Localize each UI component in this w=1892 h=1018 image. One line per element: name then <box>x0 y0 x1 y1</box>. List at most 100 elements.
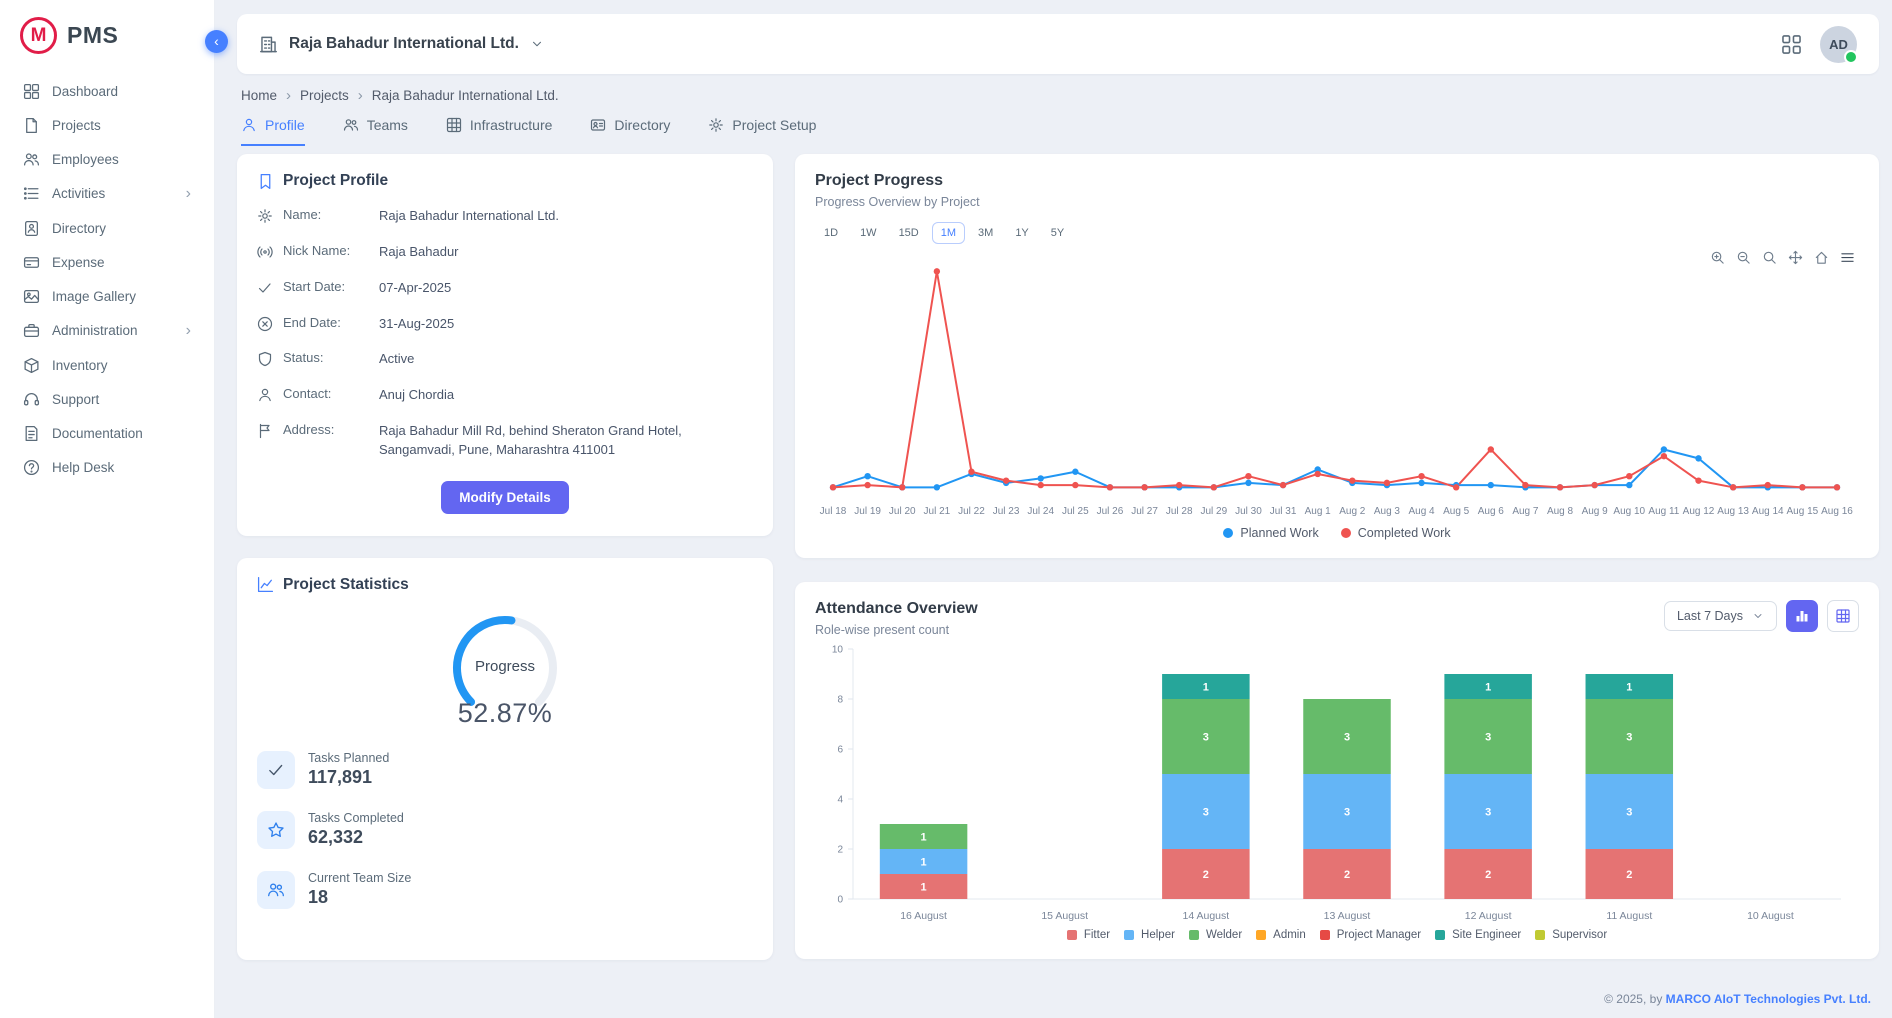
svg-text:3: 3 <box>1626 732 1632 744</box>
range-button-15d[interactable]: 15D <box>890 222 928 244</box>
range-button-1w[interactable]: 1W <box>851 222 886 244</box>
sidebar-item-label: Activities <box>52 186 105 201</box>
pan-icon[interactable] <box>1788 250 1803 265</box>
reset-zoom-home-icon[interactable] <box>1814 250 1829 265</box>
legend-swatch <box>1256 930 1266 940</box>
inventory-icon <box>23 357 40 374</box>
chevron-down-icon <box>530 37 544 51</box>
legend-swatch <box>1535 930 1545 940</box>
svg-text:3: 3 <box>1626 807 1632 819</box>
help-desk-icon <box>23 459 40 476</box>
legend-swatch <box>1320 930 1330 940</box>
svg-text:3: 3 <box>1344 807 1350 819</box>
attendance-range-select[interactable]: Last 7 Days <box>1664 601 1777 631</box>
tab-label: Directory <box>614 117 670 133</box>
legend-item-supervisor[interactable]: Supervisor <box>1535 929 1607 941</box>
legend-item-site-engineer[interactable]: Site Engineer <box>1435 929 1521 941</box>
range-button-3m[interactable]: 3M <box>969 222 1002 244</box>
svg-text:Jul 21: Jul 21 <box>924 506 951 517</box>
svg-text:11 August: 11 August <box>1606 910 1652 922</box>
chevron-right-icon: › <box>186 185 191 203</box>
range-button-1m[interactable]: 1M <box>932 222 965 244</box>
profile-field-status: Status: Active <box>257 350 753 369</box>
sidebar-item-administration[interactable]: Administration › <box>0 313 214 348</box>
sidebar-item-dashboard[interactable]: Dashboard › <box>0 74 214 108</box>
sidebar-item-expense[interactable]: Expense › <box>0 245 214 279</box>
legend-item-project-manager[interactable]: Project Manager <box>1320 929 1421 941</box>
footer-company-link[interactable]: MARCO AIoT Technologies Pvt. Ltd. <box>1666 992 1871 1006</box>
legend-item-planned-work[interactable]: Planned Work <box>1223 526 1318 540</box>
stat-current-team-size: Current Team Size 18 <box>257 871 753 909</box>
selection-zoom-icon[interactable] <box>1762 250 1777 265</box>
attendance-overview-card: Attendance Overview Role-wise present co… <box>795 582 1879 959</box>
legend-item-welder[interactable]: Welder <box>1189 929 1242 941</box>
svg-text:Jul 26: Jul 26 <box>1097 506 1124 517</box>
svg-text:Aug 12: Aug 12 <box>1683 506 1715 517</box>
sidebar-item-label: Employees <box>52 152 119 167</box>
range-button-1y[interactable]: 1Y <box>1006 222 1037 244</box>
tab-label: Profile <box>265 117 305 133</box>
svg-text:2: 2 <box>1485 869 1491 881</box>
legend-item-helper[interactable]: Helper <box>1124 929 1175 941</box>
sidebar-item-documentation[interactable]: Documentation › <box>0 416 214 450</box>
logo-mark-icon: M <box>20 17 57 54</box>
legend-item-fitter[interactable]: Fitter <box>1067 929 1110 941</box>
svg-text:Aug 10: Aug 10 <box>1613 506 1645 517</box>
expense-icon <box>23 254 40 271</box>
svg-text:Aug 9: Aug 9 <box>1582 506 1609 517</box>
sidebar-item-image-gallery[interactable]: Image Gallery › <box>0 279 214 313</box>
range-button-1d[interactable]: 1D <box>815 222 847 244</box>
svg-text:1: 1 <box>1485 682 1491 694</box>
progress-card-title: Project Progress <box>815 172 1859 190</box>
stats-card-title: Project Statistics <box>283 576 409 594</box>
legend-swatch <box>1223 528 1233 538</box>
sidebar-item-label: Dashboard <box>52 84 118 99</box>
svg-text:Jul 30: Jul 30 <box>1235 506 1262 517</box>
sidebar-item-directory[interactable]: Directory › <box>0 211 214 245</box>
apps-grid-button[interactable] <box>1781 34 1802 55</box>
sidebar-item-support[interactable]: Support › <box>0 382 214 416</box>
sidebar-item-inventory[interactable]: Inventory › <box>0 348 214 382</box>
tab-infrastructure[interactable]: Infrastructure <box>446 117 552 146</box>
tab-directory[interactable]: Directory <box>590 117 670 146</box>
range-button-5y[interactable]: 5Y <box>1042 222 1073 244</box>
chart-menu-icon[interactable] <box>1840 250 1855 265</box>
modify-details-button[interactable]: Modify Details <box>441 481 569 514</box>
table-view-toggle-button[interactable] <box>1827 600 1859 632</box>
tab-teams[interactable]: Teams <box>343 117 408 146</box>
breadcrumb-home[interactable]: Home <box>241 88 277 103</box>
legend-item-completed-work[interactable]: Completed Work <box>1341 526 1451 540</box>
sidebar-item-activities[interactable]: Activities › <box>0 176 214 211</box>
zoom-out-icon[interactable] <box>1736 250 1751 265</box>
svg-text:1: 1 <box>921 832 927 844</box>
legend-item-admin[interactable]: Admin <box>1256 929 1306 941</box>
profile-card-title: Project Profile <box>283 172 388 190</box>
svg-text:Jul 23: Jul 23 <box>993 506 1020 517</box>
activities-icon <box>23 185 40 202</box>
chart-icon <box>257 576 274 593</box>
svg-text:Jul 25: Jul 25 <box>1062 506 1089 517</box>
sidebar-item-projects[interactable]: Projects › <box>0 108 214 142</box>
breadcrumb-current: Raja Bahadur International Ltd. <box>372 88 559 103</box>
svg-text:3: 3 <box>1203 807 1209 819</box>
tab-project-setup[interactable]: Project Setup <box>708 117 816 146</box>
sidebar-item-help-desk[interactable]: Help Desk › <box>0 450 214 484</box>
svg-text:Jul 22: Jul 22 <box>958 506 985 517</box>
bar-view-toggle-button[interactable] <box>1786 600 1818 632</box>
sidebar-item-label: Support <box>52 392 99 407</box>
svg-text:0: 0 <box>837 895 843 906</box>
attendance-stacked-bar-chart: 024681011116 August15 August233114 Augus… <box>815 637 1855 927</box>
teams-icon <box>343 117 359 133</box>
company-selector[interactable]: Raja Bahadur International Ltd. <box>259 35 544 54</box>
tab-profile[interactable]: Profile <box>241 117 305 146</box>
sidebar-item-employees[interactable]: Employees › <box>0 142 214 176</box>
svg-text:2: 2 <box>1626 869 1632 881</box>
sidebar-collapse-button[interactable]: ‹ <box>205 30 228 53</box>
zoom-in-icon[interactable] <box>1710 250 1725 265</box>
legend-swatch <box>1067 930 1077 940</box>
avatar[interactable]: AD <box>1820 26 1857 63</box>
apps-grid-icon <box>1781 34 1802 55</box>
svg-text:Jul 20: Jul 20 <box>889 506 916 517</box>
breadcrumb-projects[interactable]: Projects <box>300 88 349 103</box>
sidebar-item-label: Help Desk <box>52 460 114 475</box>
